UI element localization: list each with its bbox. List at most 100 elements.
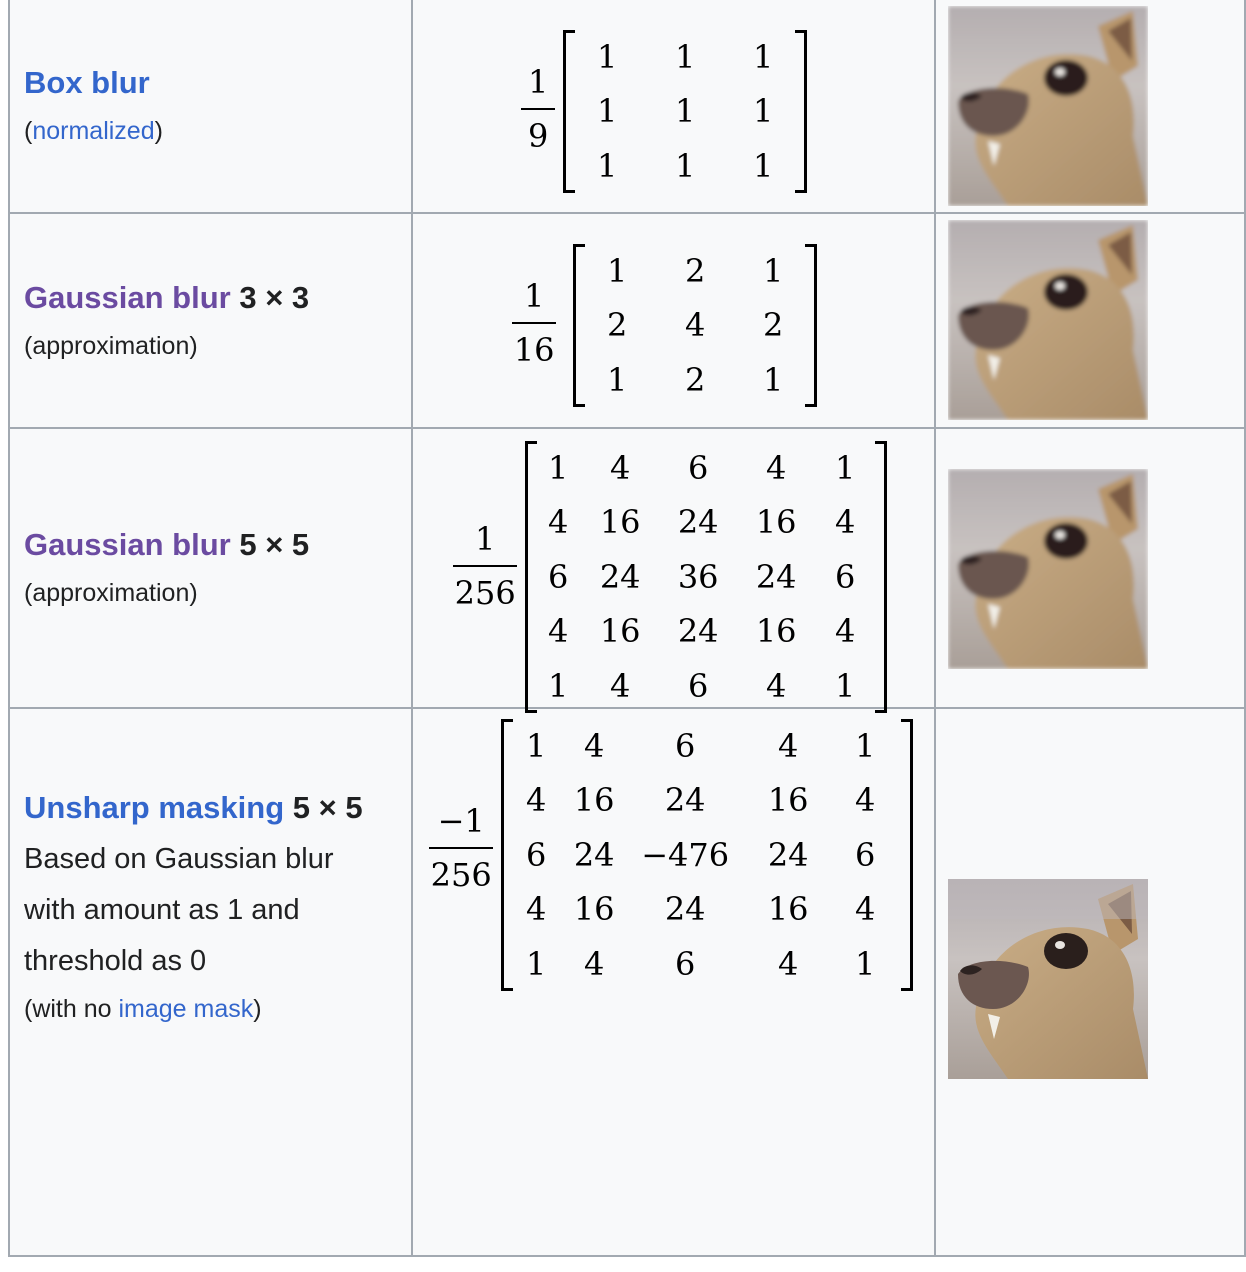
operation-title: Gaussian blur 3 × 3 — [24, 278, 411, 318]
result-image — [948, 220, 1148, 420]
matrix-cell: 6 — [547, 557, 569, 596]
matrix-cell: 4 — [834, 612, 856, 651]
operation-title: Gaussian blur 5 × 5 — [24, 525, 411, 565]
gaussian-blur-link[interactable]: Gaussian blur — [24, 280, 231, 315]
matrix-cell: 16 — [767, 890, 809, 929]
table-row: Gaussian blur 5 × 5 (approximation) 1 25… — [7, 427, 1246, 713]
kernel-scale-fraction: 1 9 — [521, 60, 556, 158]
result-cell — [934, 707, 1246, 1257]
matrix-cell: 16 — [573, 890, 615, 929]
matrix-cell: 24 — [573, 835, 615, 874]
matrix-cell: 2 — [762, 306, 784, 345]
matrix-cell: 1 — [547, 449, 569, 487]
matrix-cell: 1 — [854, 944, 876, 983]
fraction-numerator: 1 — [523, 277, 545, 315]
image-mask-link[interactable]: image mask — [118, 995, 253, 1023]
operation-note: (normalized) — [24, 117, 163, 145]
table-row: Gaussian blur 3 × 3 (approximation) 1 16… — [7, 212, 1246, 429]
kernel-matrix: 1 4 6 4 1 4 16 24 16 4 6 24 36 24 6 4 16 24 16 4 1 4 6 4 1 — [525, 441, 888, 713]
matrix-cell: 4 — [854, 890, 876, 929]
result-cell — [934, 0, 1246, 214]
matrix-cell: 16 — [755, 503, 797, 542]
kernel-matrix: 1 2 1 2 4 2 1 2 1 — [573, 244, 818, 407]
result-cell — [934, 212, 1246, 429]
matrix-cell: 6 — [854, 835, 876, 874]
matrix-cell: 6 — [674, 944, 696, 983]
matrix-cell: 1 — [547, 666, 569, 705]
matrix-cell: 2 — [606, 306, 628, 345]
result-image — [948, 469, 1148, 669]
matrix-cell: 1 — [674, 38, 696, 76]
operation-note: (with no image mask) — [24, 994, 262, 1023]
matrix-cell: 16 — [573, 781, 615, 820]
matrix-cell: 4 — [547, 612, 569, 651]
matrix-cell: 4 — [609, 666, 631, 705]
kernel-cell: 1 9 1 1 1 1 1 1 1 1 1 — [411, 0, 937, 214]
matrix-cell: 2 — [684, 252, 706, 290]
matrix-cell: 1 — [596, 146, 618, 185]
matrix-cell: 1 — [525, 944, 547, 983]
matrix-cell: 1 — [834, 449, 856, 487]
kernel-cell: 1 16 1 2 1 2 4 2 1 2 1 — [411, 212, 937, 429]
operation-cell: Gaussian blur 5 × 5 (approximation) — [7, 427, 414, 709]
matrix-cell: 16 — [767, 781, 809, 820]
matrix-cell: 6 — [687, 449, 709, 487]
operation-note: (approximation) — [24, 331, 198, 360]
matrix-cell: 6 — [687, 666, 709, 705]
gaussian-blur-link[interactable]: Gaussian blur — [24, 527, 231, 562]
matrix-cell: 6 — [834, 557, 856, 596]
kernel-size: 3 × 3 — [239, 279, 310, 315]
kernel-cell: −1 256 1 4 6 4 1 4 16 24 16 4 6 24 −476 24 6 4 16 24 16 4 1 4… — [411, 707, 937, 1257]
kernel-size: 5 × 5 — [239, 527, 310, 562]
matrix-cell: 1 — [606, 252, 628, 290]
fraction-numerator: 1 — [474, 520, 496, 558]
right-bracket — [795, 30, 808, 193]
matrix-cell: 6 — [674, 727, 696, 765]
right-bracket — [875, 441, 888, 713]
matrix-cell: 4 — [547, 503, 569, 542]
table-row: Unsharp masking 5 × 5 Based on Gaussian … — [7, 707, 1246, 1257]
kernel-matrix: 1 4 6 4 1 4 16 24 16 4 6 24 −476 24 6 4 16 24 16 4 1 4 6 4 1 — [501, 719, 914, 991]
box-blur-link[interactable]: Box blur — [24, 65, 150, 100]
kernel-size: 5 × 5 — [292, 789, 363, 825]
matrix-cell: 1 — [674, 146, 696, 185]
matrix-cell: 6 — [525, 835, 547, 874]
matrix-cell: 4 — [765, 449, 787, 487]
operation-cell: Unsharp masking 5 × 5 Based on Gaussian … — [7, 707, 414, 1257]
matrix-cell: 4 — [854, 781, 876, 820]
kernel-scale-fraction: −1 256 — [429, 799, 494, 897]
matrix-cell: 1 — [854, 727, 876, 765]
matrix-cell: 1 — [752, 38, 774, 76]
matrix-cell: 16 — [599, 612, 641, 651]
matrix-cell: −476 — [641, 835, 730, 874]
matrix-cell: 4 — [684, 306, 706, 345]
matrix-cell: 4 — [525, 781, 547, 820]
unsharp-masking-link[interactable]: Unsharp masking — [24, 790, 284, 825]
kernel-scale-fraction: 1 256 — [453, 517, 518, 615]
matrix-cell: 4 — [777, 944, 799, 983]
matrix-cell: 4 — [583, 944, 605, 983]
fraction-numerator: −1 — [437, 802, 485, 840]
matrix-cell: 4 — [834, 503, 856, 542]
matrix-cell: 4 — [525, 890, 547, 929]
kernel-scale-fraction: 1 16 — [512, 274, 557, 372]
matrix-cell: 4 — [777, 727, 799, 765]
matrix-cell: 24 — [664, 781, 706, 820]
result-image — [948, 879, 1148, 1079]
kernel-table: Box blur (normalized) 1 9 111111111 Gaus… — [7, 0, 1246, 1257]
matrix-cell: 1 — [596, 92, 618, 131]
matrix-cell: 1 — [525, 727, 547, 765]
matrix-cell: 16 — [755, 612, 797, 651]
matrix-cell: 24 — [677, 612, 719, 651]
operation-cell: Box blur (normalized) — [7, 0, 414, 214]
matrix-cell: 4 — [583, 727, 605, 765]
fraction-denominator: 9 — [527, 117, 549, 155]
matrix-cell: 1 — [834, 666, 856, 705]
normalized-link[interactable]: normalized — [32, 117, 154, 145]
matrix-cell: 1 — [752, 92, 774, 131]
result-image — [948, 6, 1148, 206]
matrix-cell: 24 — [767, 835, 809, 874]
matrix-cell: 1 — [762, 360, 784, 399]
matrix-cell: 1 — [596, 38, 618, 76]
fraction-numerator: 1 — [527, 63, 549, 101]
